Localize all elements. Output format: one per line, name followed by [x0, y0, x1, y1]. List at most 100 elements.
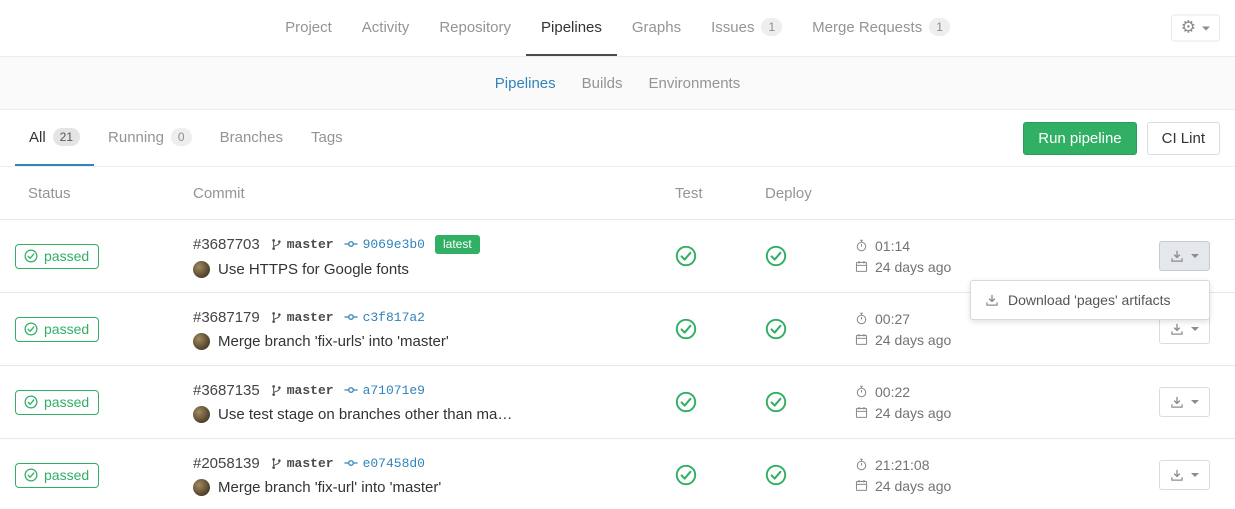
- time-cell: 01:14 24 days ago: [825, 238, 1125, 275]
- issues-count-badge: 1: [761, 18, 782, 36]
- artifacts-download-dropdown-button[interactable]: [1159, 460, 1210, 490]
- branch-name: master: [287, 310, 334, 325]
- test-passed-icon[interactable]: [675, 391, 697, 413]
- pipelines-table-header: Status Commit Test Deploy: [0, 167, 1235, 220]
- latest-badge: latest: [435, 235, 480, 254]
- subnav-item-pipelines[interactable]: Pipelines: [482, 57, 569, 109]
- pipeline-row: passed #2058139 master e07458d0 Merge br…: [0, 439, 1235, 509]
- header-status: Status: [15, 185, 180, 202]
- branch-icon: [270, 457, 283, 470]
- nav-label: Project: [285, 19, 332, 36]
- commit-sha-link[interactable]: e07458d0: [344, 456, 425, 471]
- status-label: passed: [44, 394, 89, 410]
- status-badge[interactable]: passed: [15, 317, 99, 342]
- nav-item-repository[interactable]: Repository: [424, 0, 526, 56]
- avatar[interactable]: [193, 479, 210, 496]
- status-badge[interactable]: passed: [15, 244, 99, 269]
- pipeline-id: #3687703: [193, 236, 260, 253]
- calendar-icon: [855, 333, 868, 346]
- commit-sha-link[interactable]: 9069e3b0: [344, 237, 425, 252]
- subnav-item-builds[interactable]: Builds: [569, 57, 636, 109]
- download-pages-artifacts-item[interactable]: Download 'pages' artifacts: [971, 281, 1209, 319]
- test-passed-icon[interactable]: [675, 245, 697, 267]
- toolbar-actions: Run pipeline CI Lint: [1023, 110, 1220, 166]
- commit-message-link[interactable]: Merge branch 'fix-urls' into 'master': [218, 333, 449, 350]
- test-passed-icon[interactable]: [675, 318, 697, 340]
- download-icon: [1170, 468, 1184, 482]
- test-passed-icon[interactable]: [675, 464, 697, 486]
- branch-link[interactable]: master: [270, 310, 334, 325]
- branch-name: master: [287, 383, 334, 398]
- time-cell: 00:22 24 days ago: [825, 384, 1125, 421]
- pipeline-row: passed #3687135 master a71071e9 Use test…: [0, 366, 1235, 439]
- run-pipeline-button[interactable]: Run pipeline: [1023, 122, 1136, 155]
- tab-label: Running: [108, 129, 164, 146]
- tab-label: Tags: [311, 129, 343, 146]
- nav-item-activity[interactable]: Activity: [347, 0, 425, 56]
- status-label: passed: [44, 248, 89, 264]
- deploy-passed-icon[interactable]: [765, 464, 787, 486]
- subnav-label: Builds: [582, 75, 623, 92]
- tab-tags[interactable]: Tags: [297, 110, 357, 166]
- gear-icon: ⚙: [1181, 20, 1196, 37]
- commit-message-link[interactable]: Use test stage on branches other than ma…: [218, 406, 512, 423]
- subnav-item-environments[interactable]: Environments: [636, 57, 754, 109]
- test-stage-cell: [647, 318, 737, 340]
- calendar-icon: [855, 406, 868, 419]
- commit-icon: [344, 383, 358, 397]
- branch-name: master: [287, 456, 334, 471]
- nav-item-pipelines[interactable]: Pipelines: [526, 0, 617, 56]
- artifacts-dropdown-menu: Download 'pages' artifacts: [970, 280, 1210, 320]
- commit-message-link[interactable]: Merge branch 'fix-url' into 'master': [218, 479, 441, 496]
- nav-item-project[interactable]: Project: [270, 0, 347, 56]
- test-stage-cell: [647, 245, 737, 267]
- tab-running[interactable]: Running 0: [94, 110, 206, 166]
- time-cell: 21:21:08 24 days ago: [825, 457, 1125, 494]
- age: 24 days ago: [875, 478, 951, 494]
- project-navbar: Project Activity Repository Pipelines Gr…: [0, 0, 1235, 56]
- deploy-passed-icon[interactable]: [765, 391, 787, 413]
- commit-sha: a71071e9: [363, 383, 425, 398]
- artifacts-download-dropdown-button[interactable]: [1159, 387, 1210, 417]
- avatar[interactable]: [193, 261, 210, 278]
- nav-label: Graphs: [632, 19, 681, 36]
- commit-sha-link[interactable]: a71071e9: [344, 383, 425, 398]
- tab-all[interactable]: All 21: [15, 110, 94, 166]
- commit-message-link[interactable]: Use HTTPS for Google fonts: [218, 261, 409, 278]
- deploy-passed-icon[interactable]: [765, 318, 787, 340]
- check-circle-icon: [24, 322, 38, 336]
- nav-label: Issues: [711, 19, 754, 36]
- subnav-label: Pipelines: [495, 75, 556, 92]
- nav-label: Activity: [362, 19, 410, 36]
- actions-cell: [1125, 366, 1220, 438]
- deploy-passed-icon[interactable]: [765, 245, 787, 267]
- pipelines-toolbar: All 21 Running 0 Branches Tags Run pipel…: [0, 110, 1235, 167]
- chevron-down-icon: [1191, 327, 1199, 331]
- timer-icon: [855, 239, 868, 252]
- status-cell: passed: [15, 390, 180, 415]
- commit-cell: #3687179 master c3f817a2 Merge branch 'f…: [180, 309, 647, 350]
- ci-lint-button[interactable]: CI Lint: [1147, 122, 1220, 155]
- status-badge[interactable]: passed: [15, 463, 99, 488]
- project-settings-dropdown-button[interactable]: ⚙: [1171, 15, 1220, 42]
- nav-item-merge-requests[interactable]: Merge Requests 1: [797, 0, 965, 56]
- status-badge[interactable]: passed: [15, 390, 99, 415]
- timer-icon: [855, 385, 868, 398]
- calendar-icon: [855, 479, 868, 492]
- subnav-label: Environments: [649, 75, 741, 92]
- commit-sha-link[interactable]: c3f817a2: [344, 310, 425, 325]
- nav-item-issues[interactable]: Issues 1: [696, 0, 797, 56]
- nav-item-graphs[interactable]: Graphs: [617, 0, 696, 56]
- duration: 21:21:08: [875, 457, 930, 473]
- branch-link[interactable]: master: [270, 237, 334, 252]
- pipeline-filter-tabs: All 21 Running 0 Branches Tags: [15, 110, 357, 166]
- download-icon: [1170, 395, 1184, 409]
- artifacts-download-dropdown-button[interactable]: [1159, 241, 1210, 271]
- age: 24 days ago: [875, 405, 951, 421]
- tab-branches[interactable]: Branches: [206, 110, 297, 166]
- branch-link[interactable]: master: [270, 456, 334, 471]
- avatar[interactable]: [193, 406, 210, 423]
- download-icon: [1170, 322, 1184, 336]
- branch-link[interactable]: master: [270, 383, 334, 398]
- avatar[interactable]: [193, 333, 210, 350]
